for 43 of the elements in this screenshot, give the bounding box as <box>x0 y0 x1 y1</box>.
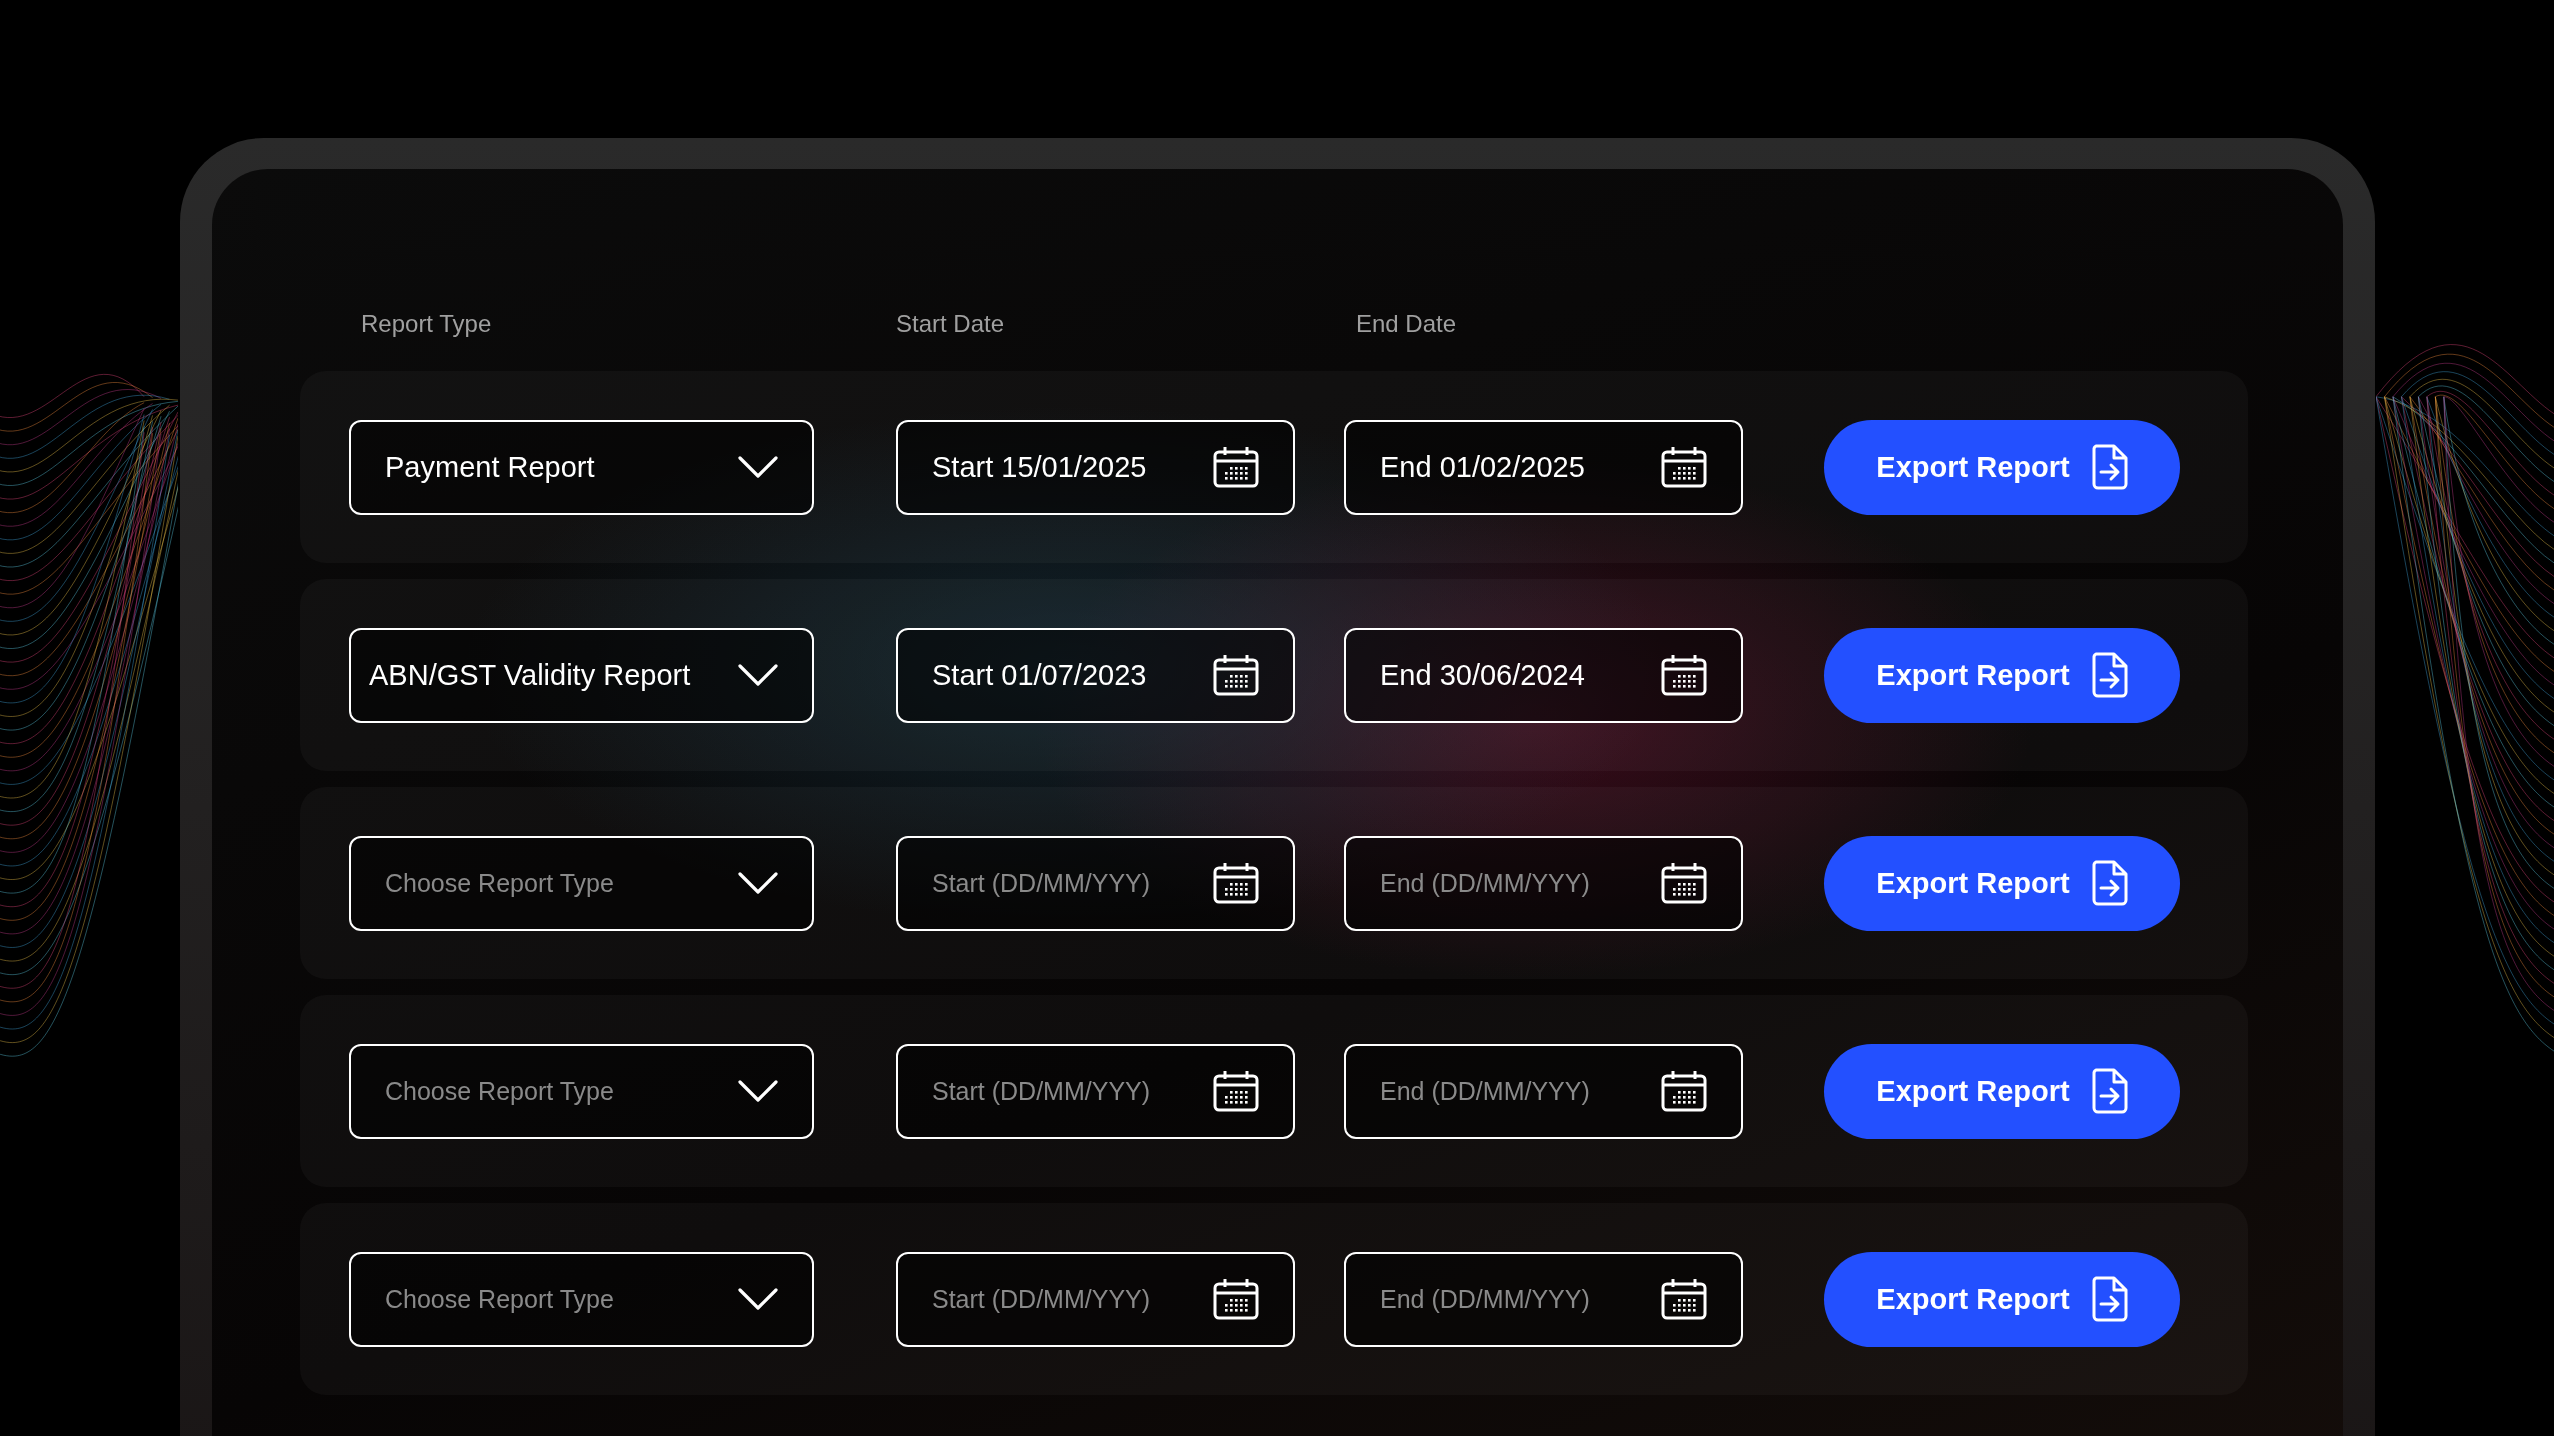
report-type-dropdown[interactable]: ABN/GST Validity Report <box>349 627 814 723</box>
report-type-dropdown[interactable]: Choose Report Type <box>349 1043 814 1139</box>
start-date-field[interactable]: Start (DD/MM/YYY) <box>896 1251 1295 1347</box>
export-report-button[interactable]: Export Report <box>1824 1251 2180 1347</box>
column-header: End Date <box>1355 310 1458 338</box>
start-date-field[interactable]: Start (DD/MM/YYY) <box>896 835 1295 931</box>
file-arrow-icon <box>2091 860 2128 906</box>
calendar-icon <box>1661 1070 1707 1112</box>
end-date-field[interactable]: End (DD/MM/YYY) <box>1344 835 1743 931</box>
calendar-icon <box>1213 862 1259 904</box>
export-report-button[interactable]: Export Report <box>1824 1043 2180 1139</box>
export-report-button[interactable]: Export Report <box>1824 835 2180 931</box>
calendar-icon <box>1661 654 1707 696</box>
file-arrow-icon <box>2091 1276 2128 1322</box>
calendar-icon <box>1661 862 1707 904</box>
export-report-button[interactable]: Export Report <box>1824 419 2180 515</box>
start-date-field[interactable]: Start 01/07/2023 <box>896 627 1295 723</box>
start-date-field[interactable]: Start (DD/MM/YYY) <box>896 1043 1295 1139</box>
export-report-button[interactable]: Export Report <box>1824 627 2180 723</box>
end-date-field[interactable]: End 01/02/2025 <box>1344 419 1743 515</box>
report-type-dropdown[interactable]: Choose Report Type <box>349 1251 814 1347</box>
calendar-icon <box>1213 1070 1259 1112</box>
end-date-field[interactable]: End (DD/MM/YYY) <box>1344 1251 1743 1347</box>
end-date-field[interactable]: End (DD/MM/YYY) <box>1344 1043 1743 1139</box>
file-arrow-icon <box>2091 1068 2128 1114</box>
calendar-icon <box>1213 446 1259 488</box>
chevron-down-icon <box>738 455 778 479</box>
calendar-icon <box>1661 446 1707 488</box>
report-type-dropdown[interactable]: Choose Report Type <box>349 835 814 931</box>
column-header: Start Date <box>896 310 1006 338</box>
column-header: Report Type <box>360 310 493 338</box>
chevron-down-icon <box>738 1287 778 1311</box>
calendar-icon <box>1661 1278 1707 1320</box>
file-arrow-icon <box>2091 444 2128 490</box>
file-arrow-icon <box>2091 652 2128 698</box>
chevron-down-icon <box>738 663 778 687</box>
chevron-down-icon <box>738 1079 778 1103</box>
chevron-down-icon <box>738 871 778 895</box>
start-date-field[interactable]: Start 15/01/2025 <box>896 419 1295 515</box>
calendar-icon <box>1213 1278 1259 1320</box>
end-date-field[interactable]: End 30/06/2024 <box>1344 627 1743 723</box>
report-type-dropdown[interactable]: Payment Report <box>349 419 814 515</box>
calendar-icon <box>1213 654 1259 696</box>
